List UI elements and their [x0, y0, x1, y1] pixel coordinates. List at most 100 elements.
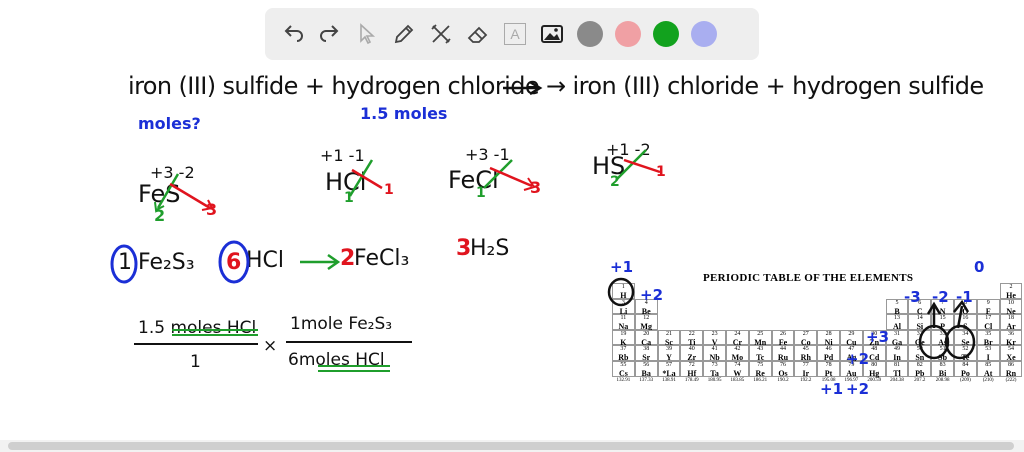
atomic-number: 14 — [916, 315, 923, 322]
atomic-number: 53 — [985, 346, 992, 353]
annot-plus3-group13: +3 — [866, 328, 890, 346]
atomic-mass: (209) — [959, 378, 971, 383]
element-cell-kr: 36Kr83.80 — [999, 329, 1023, 352]
element-cell-h: 1H1.008 — [612, 283, 635, 305]
annot-plus2-cd: +2 — [846, 380, 870, 398]
atomic-number: 35 — [985, 330, 992, 337]
atomic-number: 82 — [916, 362, 923, 368]
redo-icon[interactable] — [312, 16, 348, 52]
element-cell-co: 27Co58.93 — [794, 329, 818, 352]
hs-cross-2: 2 — [610, 174, 620, 190]
coef-hcl: 6 — [226, 250, 242, 275]
element-cell-mg: 12Mg24.30 — [634, 314, 658, 336]
annot-minus3: -3 — [904, 288, 921, 306]
hs-cross-1: 1 — [656, 164, 666, 180]
atomic-number: 38 — [643, 346, 650, 353]
element-cell-ti: 22Ti47.90 — [680, 329, 704, 352]
atomic-number: 9 — [986, 299, 990, 306]
atomic-number: 74 — [734, 362, 741, 368]
calc-numerator-2: 1mole Fe₂S₃ — [290, 314, 393, 334]
h-ox-states: +1 -1 — [320, 146, 365, 165]
undo-icon[interactable] — [275, 16, 311, 52]
calc-times: × — [263, 336, 278, 356]
select-icon[interactable] — [349, 16, 385, 52]
atomic-number: 77 — [802, 362, 809, 368]
annot-minus1: -1 — [956, 288, 973, 306]
atomic-number: 37 — [620, 346, 627, 353]
atomic-number: 41 — [711, 346, 718, 353]
element-cell-w: 74 W 183.85 — [726, 361, 749, 383]
element-cell-ru: 44Ru101.1 — [771, 345, 795, 367]
element-symbol: Cs — [618, 369, 628, 378]
atomic-mass: 208.98 — [935, 378, 950, 383]
element-cell-ta: 73 Ta 180.95 — [703, 361, 726, 383]
element-cell-sc: 21Sc44.96 — [657, 329, 681, 352]
atomic-number: 26 — [779, 330, 786, 337]
atomic-number: 86 — [1007, 362, 1014, 368]
atomic-number: 85 — [985, 362, 992, 368]
element-cell-tc: 43Tc(98) — [748, 345, 772, 367]
atomic-number: 10 — [1007, 299, 1014, 306]
element-cell-se: 34Se78.96 — [954, 329, 977, 352]
atomic-number: 83 — [939, 362, 946, 368]
element-cell-he: 2He4.00 — [999, 283, 1023, 305]
annot-plus1-ag: +1 — [820, 380, 844, 398]
fecl-formula: FeCl — [448, 166, 499, 194]
atomic-number: 2 — [1009, 284, 1013, 290]
calc-numerator-1: 1.5 moles HCl — [138, 318, 257, 338]
element-cell-sr: 38Sr87.62 — [634, 345, 658, 367]
text-icon[interactable]: A — [497, 16, 533, 52]
atomic-number: 24 — [734, 330, 741, 337]
element-cell-k: 19K39.10 — [612, 329, 635, 352]
color-gray-swatch[interactable] — [577, 21, 603, 47]
atomic-number: 29 — [848, 330, 855, 337]
atomic-number: 22 — [688, 330, 695, 337]
whiteboard-canvas[interactable]: iron (III) sulfide + hydrogen chloride →… — [0, 0, 1024, 452]
element-symbol: Po — [960, 369, 970, 378]
calc-denominator-1: 1 — [190, 352, 201, 372]
pen-icon[interactable] — [386, 16, 422, 52]
color-green-swatch[interactable] — [653, 21, 679, 47]
atomic-number: 1 — [621, 284, 625, 290]
fecl-cross-3: 3 — [530, 178, 542, 197]
atomic-mass: (210) — [982, 378, 994, 383]
atomic-number: 56 — [643, 362, 650, 368]
element-cell-mo: 42Mo95.94 — [726, 345, 749, 367]
element-cell-bi: 83 Bi 208.98 — [931, 361, 954, 383]
image-icon[interactable] — [534, 16, 570, 52]
calc-denominator-2: 6moles HCl — [288, 350, 385, 370]
given-moles: 1.5 moles — [360, 104, 448, 123]
atomic-number: 28 — [825, 330, 832, 337]
atomic-mass: 132.91 — [616, 378, 631, 383]
element-cell-ge: 32Ge72.59 — [908, 329, 932, 352]
scrollbar-thumb[interactable] — [8, 442, 1014, 450]
element-cell-zr: 40Zr91.22 — [680, 345, 704, 367]
annot-plus2-zn: +2 — [846, 350, 870, 368]
atomic-number: 51 — [939, 346, 946, 353]
element-cell-cl: 17Cl35.45 — [976, 314, 1000, 336]
element-cell-tl: 81 Tl 204.38 — [885, 361, 909, 383]
element-symbol: Hf — [687, 369, 697, 378]
element-cell-v: 23V50.94 — [703, 329, 726, 352]
element-cell-ar: 18Ar39.95 — [999, 314, 1023, 336]
atomic-number: 50 — [916, 346, 923, 353]
color-pink-swatch[interactable] — [615, 21, 641, 47]
color-lavender-swatch[interactable] — [691, 21, 717, 47]
tools-icon[interactable] — [423, 16, 459, 52]
atomic-number: 40 — [688, 346, 695, 353]
element-symbol: At — [983, 369, 993, 378]
atomic-number: 11 — [620, 315, 627, 322]
annot-plus2-group2: +2 — [640, 286, 664, 304]
element-cell-ca: 20Ca40.08 — [634, 329, 658, 352]
element-cell-ni: 28Ni58.69 — [817, 329, 840, 352]
formula-hcl: HCl — [246, 248, 285, 273]
eraser-icon[interactable] — [460, 16, 496, 52]
element-cell-cs: 55 Cs 132.91 — [612, 361, 635, 383]
atomic-mass: 138.91 — [662, 378, 676, 383]
element-cell-as: 33As74.92 — [931, 329, 954, 352]
element-symbol: Bi — [938, 369, 947, 378]
atomic-number: 84 — [962, 362, 969, 368]
atomic-number: 34 — [962, 330, 969, 337]
element-symbol: Ir — [802, 369, 810, 378]
element-cell-sn: 50Sn118.71 — [908, 345, 932, 367]
